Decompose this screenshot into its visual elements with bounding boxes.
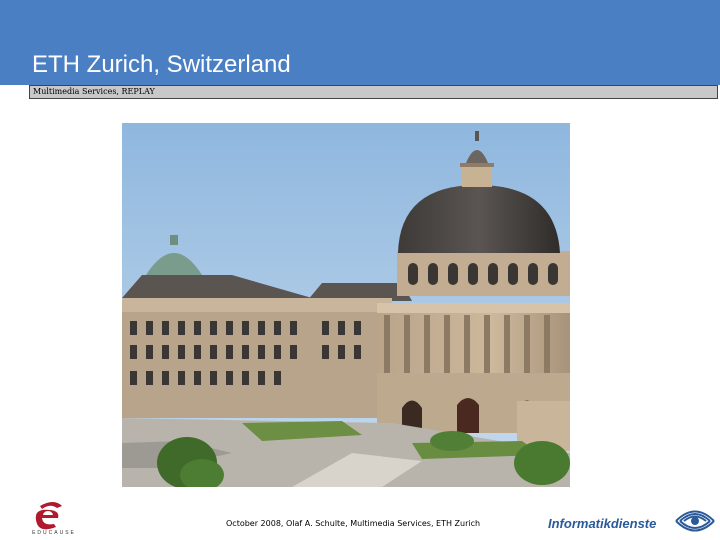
slide-subtitle: Multimedia Services, REPLAY [33, 87, 155, 96]
title-bar: ETH Zurich, Switzerland [0, 0, 720, 85]
educause-e-icon [35, 502, 62, 530]
educause-wordmark: EDUCAUSE [32, 530, 76, 536]
slide-footer: October 2008, Olaf A. Schulte, Multimedi… [226, 519, 481, 528]
informatikdienste-label: Informatikdienste [548, 516, 657, 531]
subtitle-bar: Multimedia Services, REPLAY [29, 85, 718, 99]
informatikdienste-icon [672, 506, 718, 536]
slide-title: ETH Zurich, Switzerland [32, 51, 291, 78]
eth-building-photo [122, 123, 570, 487]
informatikdienste-logo: Informatikdienste [548, 504, 720, 538]
educause-logo: EDUCAUSE [26, 500, 82, 540]
